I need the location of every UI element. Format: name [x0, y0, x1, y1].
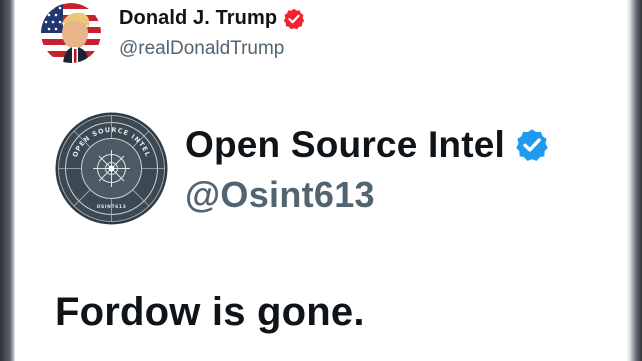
verified-badge-icon: [516, 129, 548, 161]
quoted-name-row: Open Source Intel: [185, 124, 549, 166]
osint-logo-image: OPEN SOURCE INTEL OSINT613: [55, 112, 168, 225]
quoted-handle[interactable]: @Osint613: [185, 174, 375, 216]
post-text: Fordow is gone.: [55, 290, 365, 334]
screen-frame: Donald J. Trump @realDonaldTrump OPEN SO…: [0, 0, 642, 361]
author-handle[interactable]: @realDonaldTrump: [119, 38, 284, 60]
logo-inner-text: OSINT613: [97, 204, 127, 210]
avatar-image: [41, 3, 101, 63]
author-display-name[interactable]: Donald J. Trump: [119, 7, 277, 30]
author-avatar[interactable]: [41, 3, 101, 63]
verified-badge-icon: [283, 8, 305, 29]
quoted-display-name[interactable]: Open Source Intel: [185, 124, 505, 166]
post-card: Donald J. Trump @realDonaldTrump OPEN SO…: [15, 0, 627, 361]
author-name-row: Donald J. Trump: [119, 7, 305, 30]
quoted-account-avatar[interactable]: OPEN SOURCE INTEL OSINT613: [55, 112, 168, 225]
